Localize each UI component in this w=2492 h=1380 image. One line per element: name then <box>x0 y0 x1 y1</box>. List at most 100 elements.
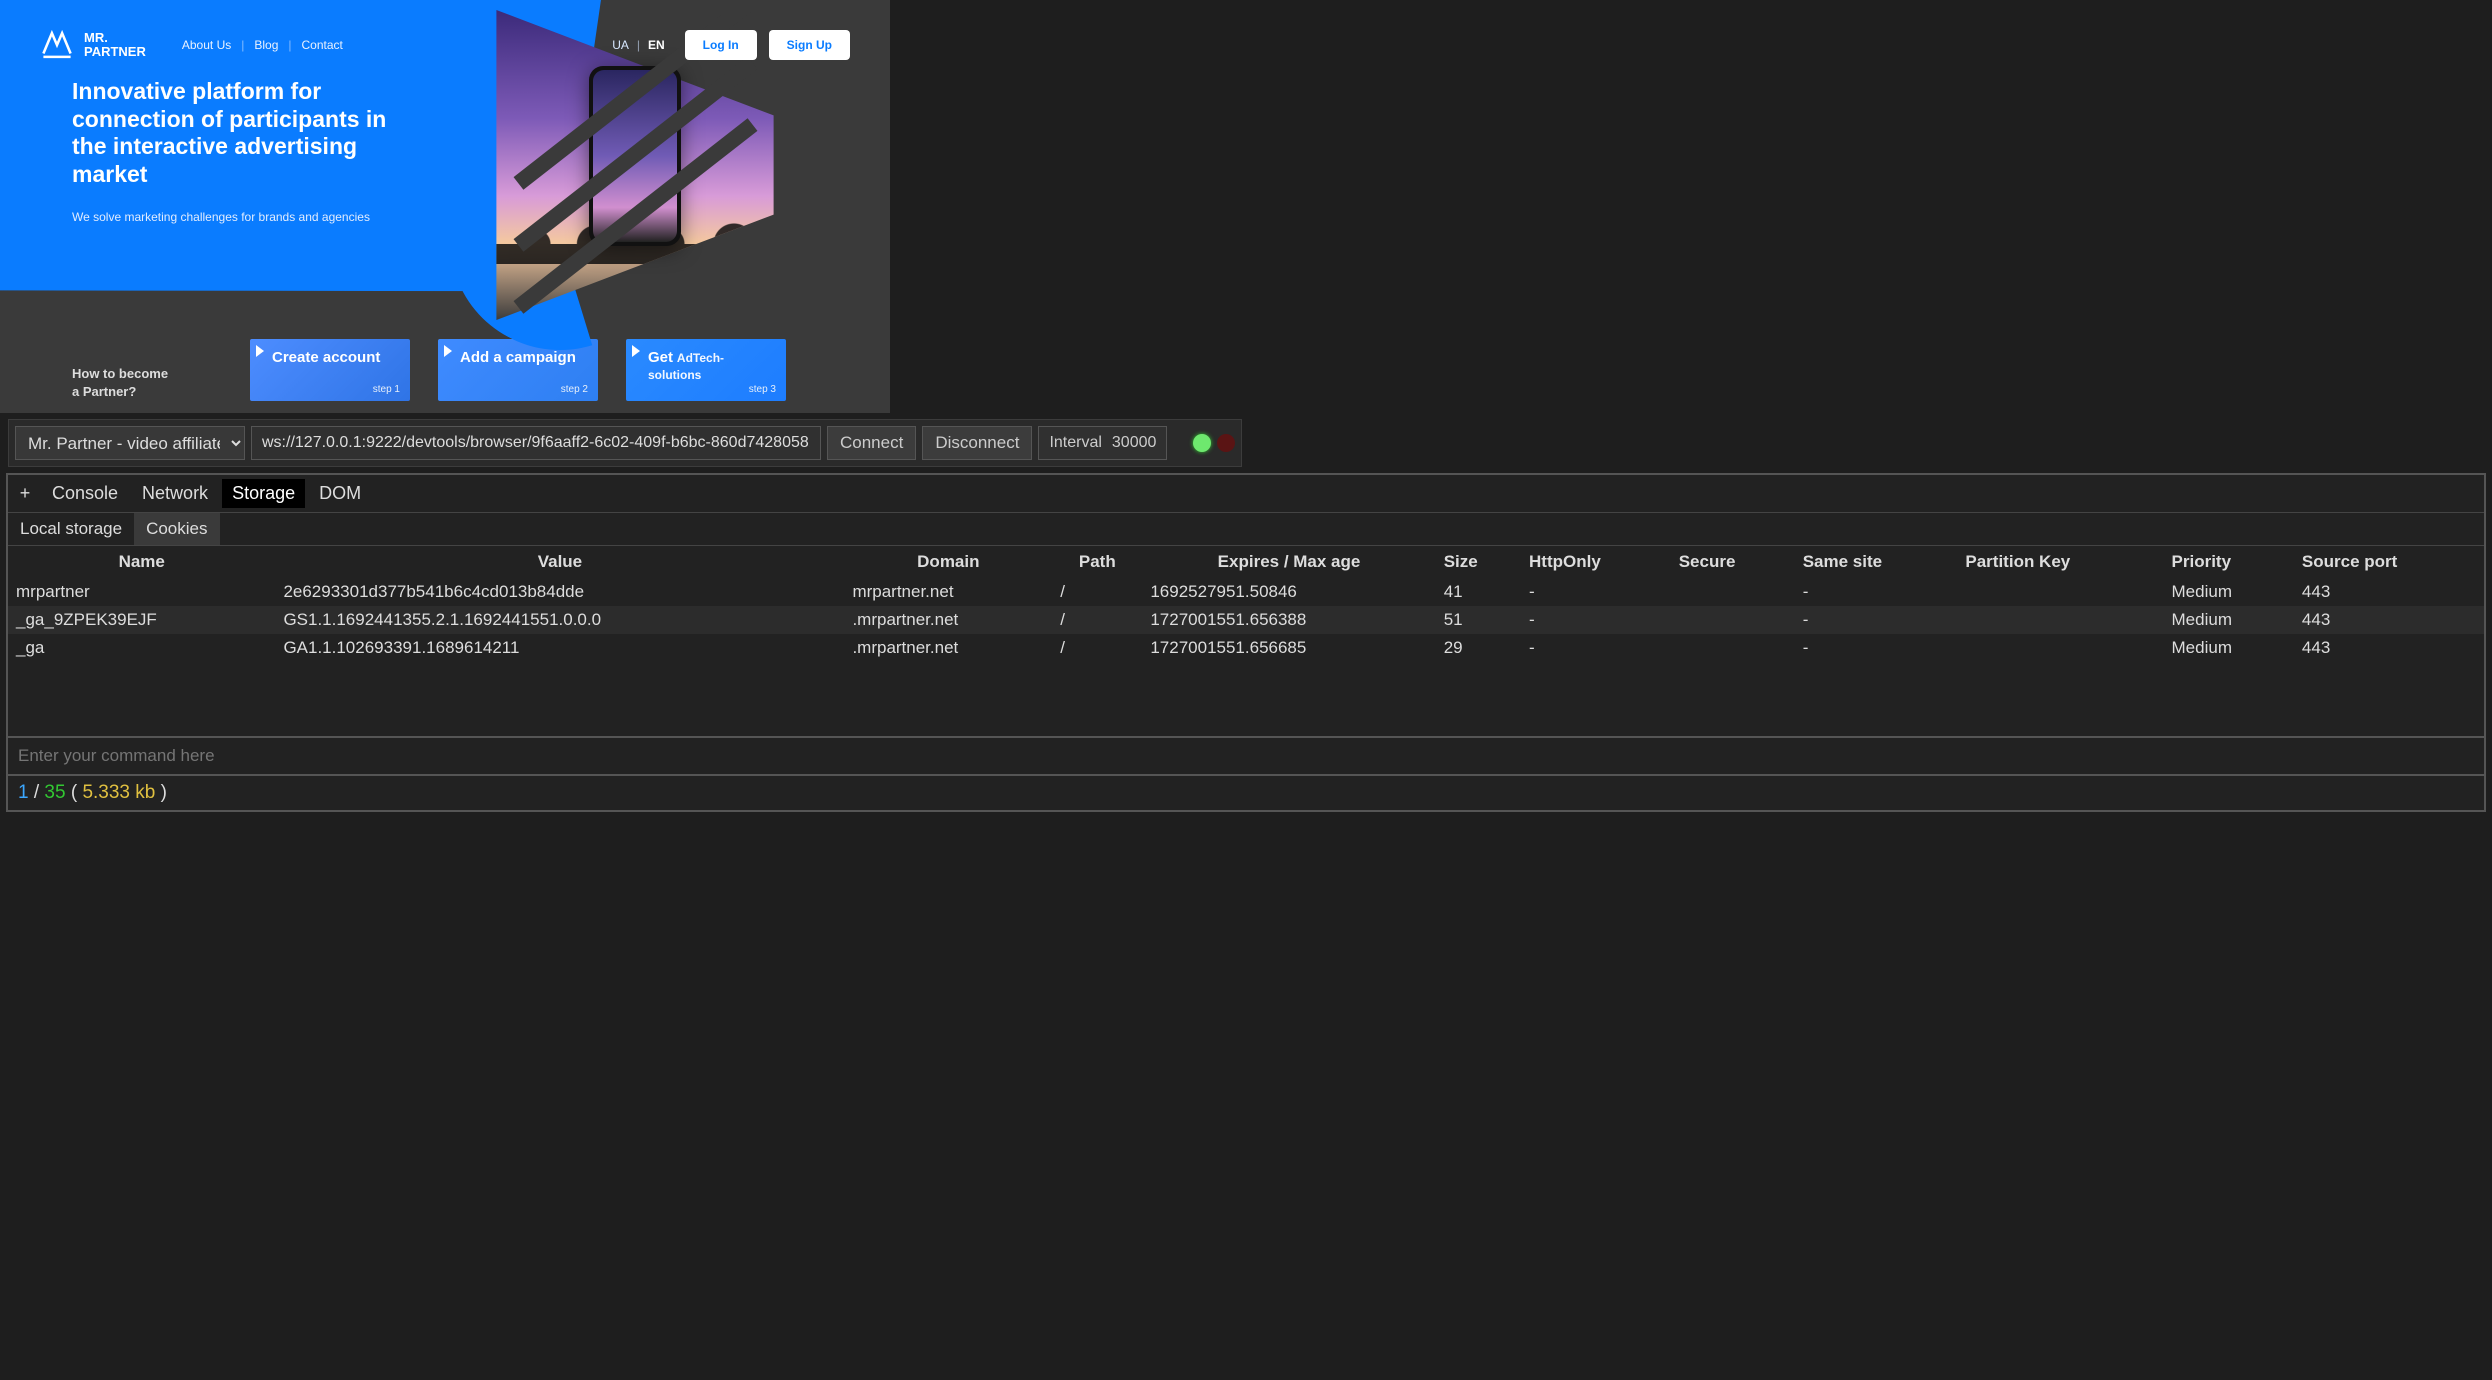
col-port[interactable]: Source port <box>2294 546 2484 578</box>
step-number: step 1 <box>272 384 400 395</box>
cell-partition <box>1957 578 2163 606</box>
interval-box: Interval 30000 <box>1038 426 1167 460</box>
cell-expires: 1692527951.50846 <box>1142 578 1435 606</box>
cell-value: GA1.1.102693391.1689614211 <box>275 634 844 662</box>
cell-samesite: - <box>1795 606 1958 634</box>
logo-text: MR. PARTNER <box>84 31 146 58</box>
logo-line1: MR. <box>84 31 146 45</box>
col-expires[interactable]: Expires / Max age <box>1142 546 1435 578</box>
cell-port: 443 <box>2294 578 2484 606</box>
table-row[interactable]: _gaGA1.1.102693391.1689614211.mrpartner.… <box>8 634 2484 662</box>
col-secure[interactable]: Secure <box>1671 546 1795 578</box>
play-icon <box>632 345 640 357</box>
site-header: MR. PARTNER About Us | Blog | Contact UA… <box>0 0 890 62</box>
table-row[interactable]: _ga_9ZPEK39EJFGS1.1.1692441355.2.1.16924… <box>8 606 2484 634</box>
step-number: step 2 <box>460 384 588 395</box>
step-card-1[interactable]: Create account step 1 <box>250 339 410 401</box>
website-preview: MR. PARTNER About Us | Blog | Contact UA… <box>0 0 890 413</box>
lang-sep: | <box>637 38 640 52</box>
step-title: Add a campaign <box>460 349 588 366</box>
hero-text: Innovative platform for connection of pa… <box>72 78 402 224</box>
cell-name: mrpartner <box>8 578 275 606</box>
nav-links: About Us | Blog | Contact <box>182 38 343 52</box>
steps-label-l1: How to become <box>72 365 222 383</box>
cell-size: 41 <box>1436 578 1521 606</box>
status-size: 5.333 kb <box>82 782 155 803</box>
steps-row: How to become a Partner? Create account … <box>72 339 850 401</box>
interval-label: Interval <box>1049 434 1101 452</box>
command-input[interactable] <box>8 736 2484 776</box>
col-path[interactable]: Path <box>1052 546 1142 578</box>
steps-label: How to become a Partner? <box>72 365 222 401</box>
lang-ua[interactable]: UA <box>612 38 629 52</box>
cookies-table-wrap[interactable]: Name Value Domain Path Expires / Max age… <box>8 546 2484 736</box>
status-dot-green <box>1193 434 1211 452</box>
devtools: Mr. Partner - video affiliate n Connect … <box>0 419 2492 812</box>
login-button[interactable]: Log In <box>685 30 757 60</box>
disconnect-button[interactable]: Disconnect <box>922 426 1032 460</box>
play-icon <box>256 345 264 357</box>
cell-path: / <box>1052 578 1142 606</box>
tab-console[interactable]: Console <box>42 479 128 508</box>
cell-domain: mrpartner.net <box>844 578 1052 606</box>
play-icon <box>444 345 452 357</box>
add-tab[interactable]: + <box>12 483 38 504</box>
col-value[interactable]: Value <box>275 546 844 578</box>
auth-buttons: Log In Sign Up <box>685 30 850 60</box>
cell-value: 2e6293301d377b541b6c4cd013b84dde <box>275 578 844 606</box>
col-httponly[interactable]: HttpOnly <box>1521 546 1671 578</box>
table-row[interactable]: mrpartner2e6293301d377b541b6c4cd013b84dd… <box>8 578 2484 606</box>
cell-path: / <box>1052 606 1142 634</box>
subtab-local-storage[interactable]: Local storage <box>8 513 134 545</box>
col-samesite[interactable]: Same site <box>1795 546 1958 578</box>
col-partition[interactable]: Partition Key <box>1957 546 2163 578</box>
lang-en[interactable]: EN <box>648 38 665 52</box>
interval-value: 30000 <box>1112 434 1157 452</box>
cell-httponly: - <box>1521 634 1671 662</box>
nav-sep: | <box>241 38 244 52</box>
logo[interactable]: MR. PARTNER <box>40 28 146 62</box>
cell-name: _ga_9ZPEK39EJF <box>8 606 275 634</box>
cell-secure <box>1671 606 1795 634</box>
cell-expires: 1727001551.656388 <box>1142 606 1435 634</box>
status-line: 1 / 35 ( 5.333 kb ) <box>8 776 2484 810</box>
status-total: 35 <box>44 782 65 803</box>
nav-about[interactable]: About Us <box>182 38 231 52</box>
ws-url-input[interactable] <box>251 426 821 460</box>
cell-httponly: - <box>1521 606 1671 634</box>
connect-button[interactable]: Connect <box>827 426 916 460</box>
signup-button[interactable]: Sign Up <box>769 30 850 60</box>
subtab-cookies[interactable]: Cookies <box>134 513 219 545</box>
cell-priority: Medium <box>2164 578 2294 606</box>
lang-switch: UA | EN <box>612 38 664 52</box>
nav-sep: | <box>288 38 291 52</box>
step-title: Create account <box>272 349 400 366</box>
tab-dom[interactable]: DOM <box>309 479 371 508</box>
cell-size: 51 <box>1436 606 1521 634</box>
status-slash: / <box>34 782 45 803</box>
tab-storage[interactable]: Storage <box>222 479 305 508</box>
cell-priority: Medium <box>2164 606 2294 634</box>
cell-expires: 1727001551.656685 <box>1142 634 1435 662</box>
cell-port: 443 <box>2294 606 2484 634</box>
col-name[interactable]: Name <box>8 546 275 578</box>
cell-value: GS1.1.1692441355.2.1.1692441551.0.0.0 <box>275 606 844 634</box>
nav-contact[interactable]: Contact <box>302 38 343 52</box>
hero-headline: Innovative platform for connection of pa… <box>72 78 402 188</box>
tab-network[interactable]: Network <box>132 479 218 508</box>
target-select[interactable]: Mr. Partner - video affiliate n <box>15 426 245 460</box>
col-priority[interactable]: Priority <box>2164 546 2294 578</box>
nav-blog[interactable]: Blog <box>254 38 278 52</box>
cell-partition <box>1957 634 2163 662</box>
top-tabs: + Console Network Storage DOM <box>8 475 2484 513</box>
connection-bar: Mr. Partner - video affiliate n Connect … <box>8 419 1242 467</box>
cell-domain: .mrpartner.net <box>844 606 1052 634</box>
status-open: ( <box>71 782 77 803</box>
col-domain[interactable]: Domain <box>844 546 1052 578</box>
status-dot-red <box>1217 434 1235 452</box>
col-size[interactable]: Size <box>1436 546 1521 578</box>
cell-name: _ga <box>8 634 275 662</box>
step-card-3[interactable]: Get AdTech-solutions step 3 <box>626 339 786 401</box>
cell-secure <box>1671 634 1795 662</box>
cell-httponly: - <box>1521 578 1671 606</box>
